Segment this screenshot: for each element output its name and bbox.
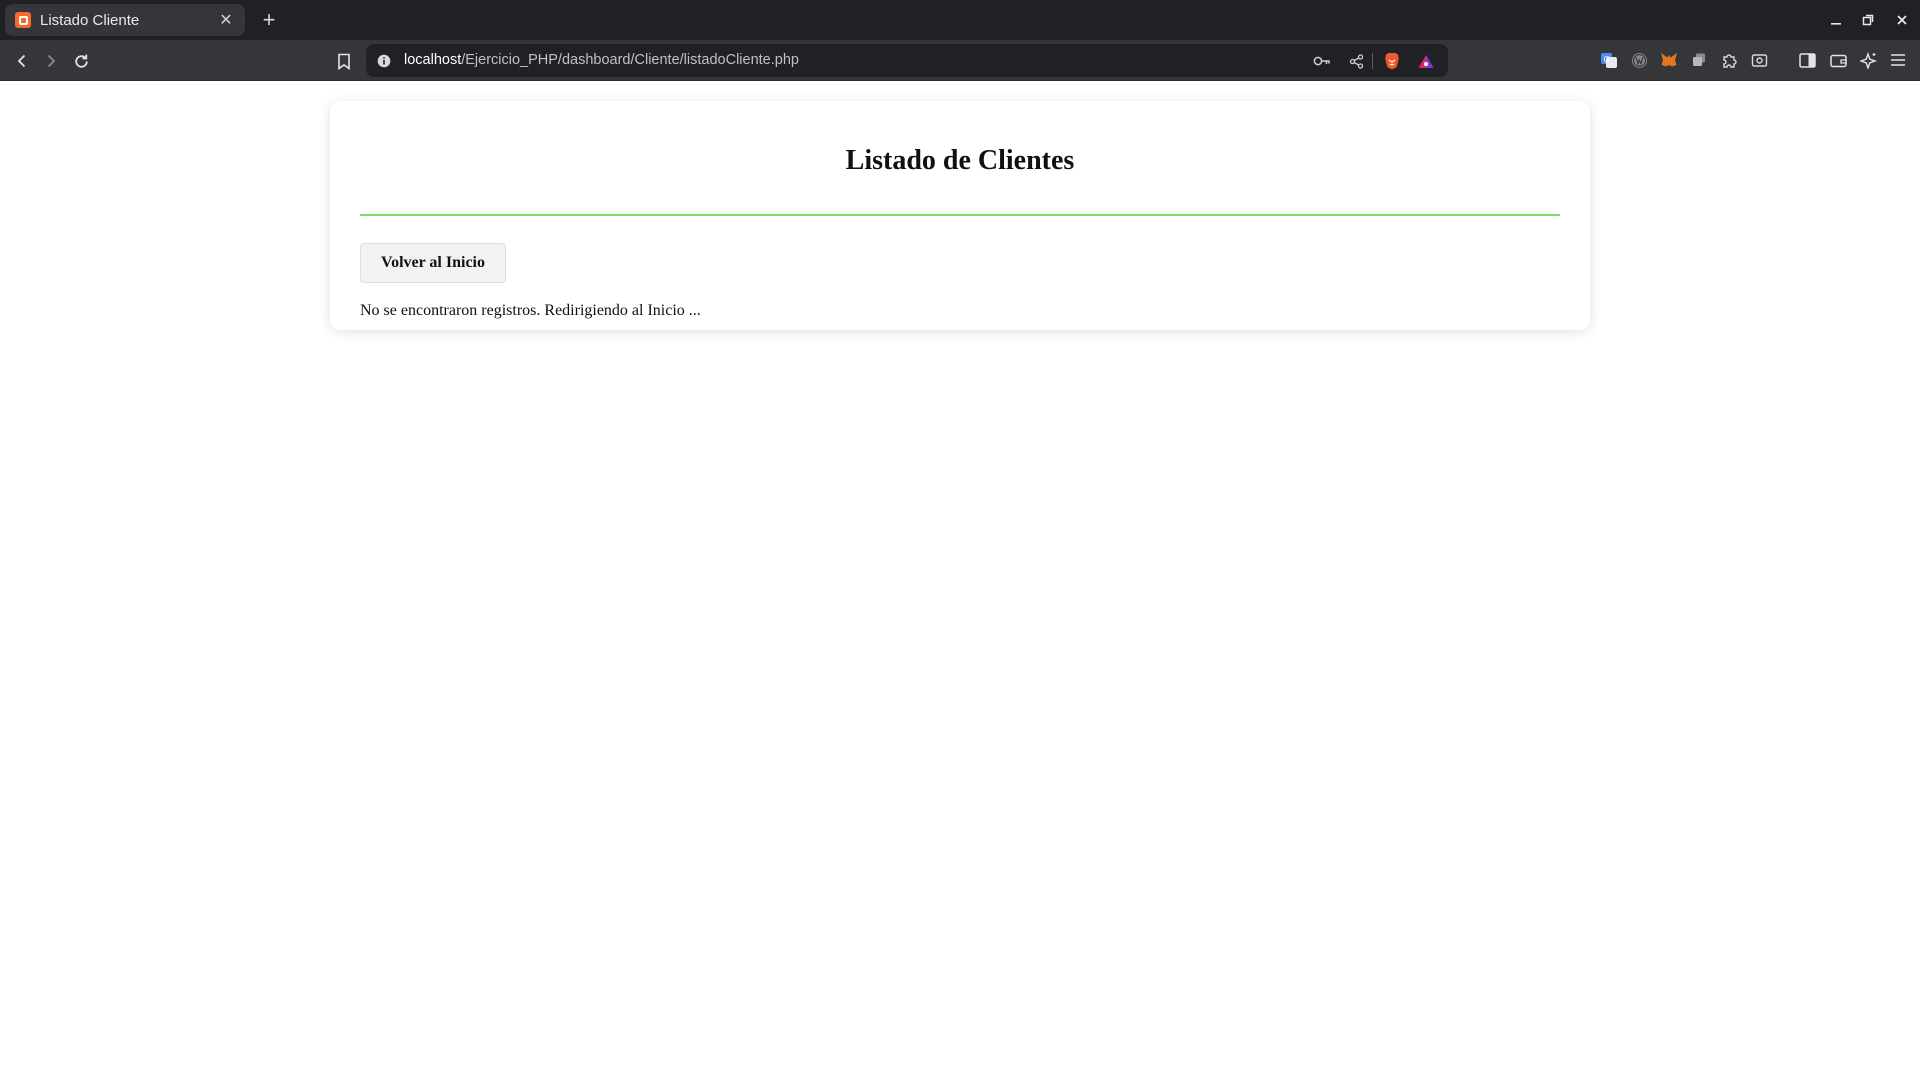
- tab-title: Listado Cliente: [40, 11, 140, 29]
- url-path: /Ejercicio_PHP/dashboard/Cliente/listado…: [461, 52, 799, 68]
- wallet-icon[interactable]: [1828, 50, 1848, 70]
- hamburger-menu-icon[interactable]: [1888, 50, 1908, 70]
- translate-icon[interactable]: G: [1599, 50, 1619, 70]
- puzzle-icon[interactable]: [1719, 50, 1739, 70]
- key-icon[interactable]: [1312, 51, 1332, 71]
- page-title: Listado de Clientes: [845, 145, 1075, 176]
- content-card: Listado de Clientes Volver al Inicio No …: [330, 101, 1590, 330]
- wordpress-icon[interactable]: [1629, 50, 1649, 70]
- minimize-icon[interactable]: [1824, 8, 1848, 32]
- metamask-icon[interactable]: [1659, 50, 1679, 70]
- browser-tab[interactable]: Listado Cliente ✕: [5, 4, 245, 36]
- tab-close-icon[interactable]: ✕: [217, 10, 235, 30]
- reload-icon[interactable]: [68, 48, 94, 74]
- info-icon[interactable]: [374, 51, 394, 71]
- divider: [1372, 53, 1373, 69]
- copy-icon[interactable]: [1689, 50, 1709, 70]
- title-divider: [360, 214, 1560, 216]
- sidebar-icon[interactable]: [1797, 50, 1817, 70]
- no-records-message: No se encontraron registros. Redirigiend…: [360, 302, 701, 319]
- back-arrow-icon[interactable]: [9, 48, 35, 74]
- tab-strip: Listado Cliente ✕ +: [0, 0, 1920, 40]
- back-to-home-button[interactable]: Volver al Inicio: [360, 243, 506, 283]
- rewards-triangle-icon[interactable]: [1416, 51, 1436, 71]
- forward-arrow-icon[interactable]: [38, 48, 64, 74]
- leo-sparkle-icon[interactable]: [1858, 50, 1878, 70]
- new-tab-button[interactable]: +: [255, 6, 283, 34]
- screenshot-icon[interactable]: [1749, 50, 1769, 70]
- bookmark-icon[interactable]: [331, 48, 357, 74]
- share-icon[interactable]: [1346, 51, 1366, 71]
- browser-toolbar: localhost/Ejercicio_PHP/dashboard/Client…: [0, 40, 1920, 81]
- url-host: localhost: [404, 52, 462, 68]
- restore-icon[interactable]: [1856, 8, 1880, 32]
- address-bar[interactable]: localhost/Ejercicio_PHP/dashboard/Client…: [366, 44, 1448, 77]
- page-viewport: Listado de Clientes Volver al Inicio No …: [0, 81, 1920, 1080]
- url-text[interactable]: localhost/Ejercicio_PHP/dashboard/Client…: [404, 44, 799, 77]
- brave-lion-icon[interactable]: [1382, 51, 1402, 71]
- xampp-icon: [15, 12, 31, 28]
- svg-text:G: G: [1604, 55, 1610, 64]
- close-window-icon[interactable]: [1890, 8, 1914, 32]
